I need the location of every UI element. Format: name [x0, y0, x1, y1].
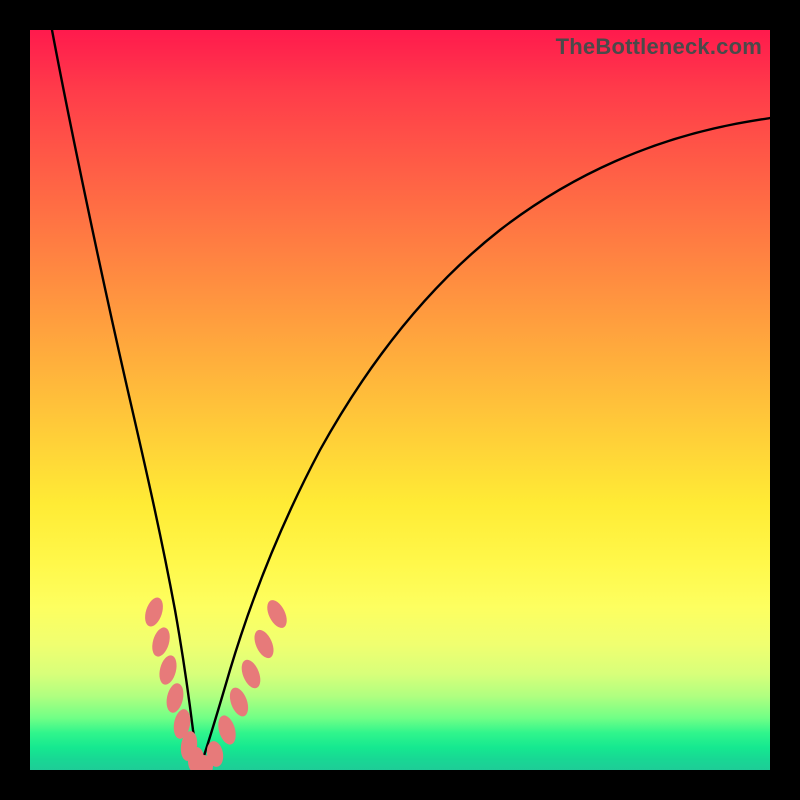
plot-area: TheBottleneck.com: [30, 30, 770, 770]
marker-group: [142, 595, 291, 770]
marker-point: [251, 627, 278, 661]
marker-point: [149, 625, 173, 658]
marker-point: [263, 597, 291, 631]
marker-point: [226, 685, 251, 719]
chart-frame: TheBottleneck.com: [0, 0, 800, 800]
marker-point: [238, 657, 264, 691]
marker-point: [157, 654, 180, 687]
curve-layer: [30, 30, 770, 770]
marker-point: [142, 595, 166, 628]
curve-left-branch: [52, 30, 200, 768]
marker-point: [215, 713, 239, 746]
curve-right-branch: [200, 118, 770, 768]
